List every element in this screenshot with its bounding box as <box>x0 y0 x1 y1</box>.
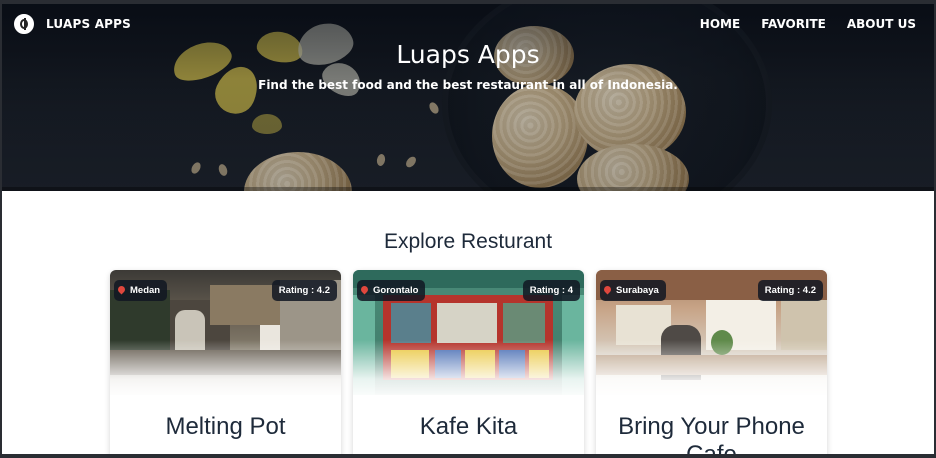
hero-subtitle: Find the best food and the best restaura… <box>258 78 678 92</box>
city-label: Surabaya <box>616 285 659 296</box>
app-frame: LUAPS APPS HOME FAVORITE ABOUT US Luaps … <box>2 4 934 454</box>
hero-banner: LUAPS APPS HOME FAVORITE ABOUT US Luaps … <box>2 4 934 191</box>
rating-badge: Rating : 4.2 <box>757 280 823 301</box>
city-badge: Surabaya <box>600 280 666 301</box>
section-title: Explore Resturant <box>383 230 553 253</box>
nav-links: HOME FAVORITE ABOUT US <box>700 17 916 31</box>
fork-knife-logo-icon[interactable] <box>14 14 34 34</box>
restaurant-card[interactable]: Medan Rating : 4.2 Melting Pot <box>110 270 341 454</box>
restaurant-card[interactable]: Surabaya Rating : 4.2 Bring Your Phone C… <box>596 270 827 454</box>
map-pin-icon <box>602 284 613 295</box>
city-label: Medan <box>130 285 161 296</box>
city-badge: Medan <box>114 280 168 301</box>
nav-about-us-link[interactable]: ABOUT US <box>847 17 916 31</box>
restaurant-name[interactable]: Kafe Kita <box>353 413 584 441</box>
nav-favorite-link[interactable]: FAVORITE <box>761 17 826 31</box>
city-badge: Gorontalo <box>357 280 426 301</box>
brand-name[interactable]: LUAPS APPS <box>46 17 131 31</box>
city-label: Gorontalo <box>373 285 419 296</box>
nav-home-link[interactable]: HOME <box>700 17 740 31</box>
hero-title: Luaps Apps <box>396 40 540 69</box>
restaurant-name[interactable]: Melting Pot <box>110 413 341 441</box>
map-pin-icon <box>359 284 370 295</box>
restaurant-name[interactable]: Bring Your Phone Cafe <box>596 413 827 454</box>
restaurant-card[interactable]: Gorontalo Rating : 4 Kafe Kita <box>353 270 584 454</box>
rating-badge: Rating : 4.2 <box>271 280 337 301</box>
map-pin-icon <box>116 284 127 295</box>
top-navbar: LUAPS APPS HOME FAVORITE ABOUT US <box>2 4 934 44</box>
rating-badge: Rating : 4 <box>522 280 580 301</box>
